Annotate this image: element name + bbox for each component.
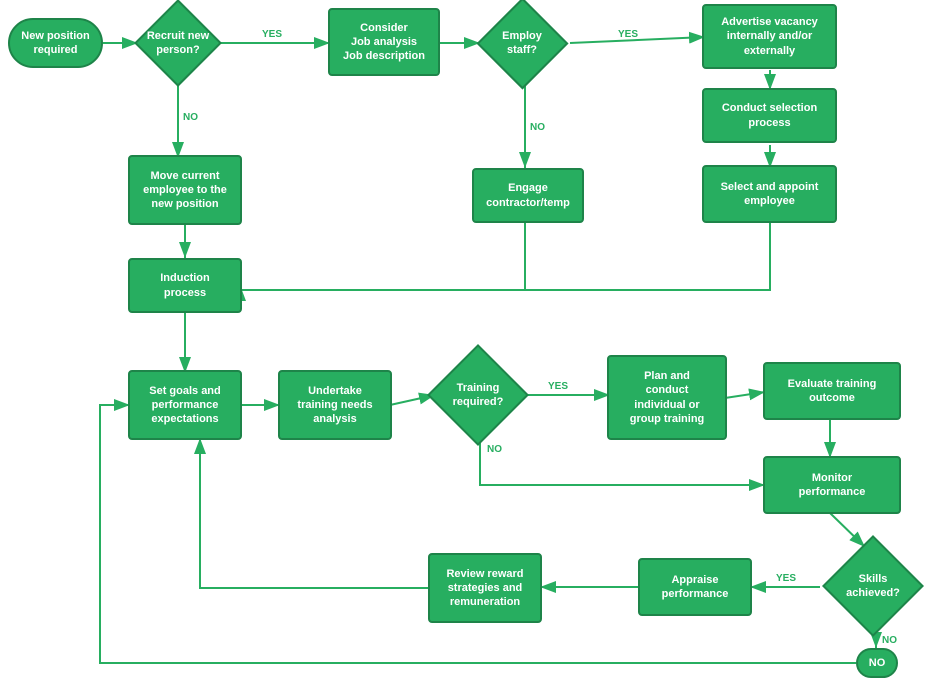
conduct-selection-node: Conduct selectionprocess [702,88,837,143]
appraise-node: Appraiseperformance [638,558,752,616]
svg-text:NO: NO [183,112,198,123]
svg-text:YES: YES [618,29,638,40]
move-employee-node: Move currentemployee to thenew position [128,155,242,225]
training-required-node: Trainingrequired? [428,350,528,440]
engage-contractor-node: Engagecontractor/temp [472,168,584,223]
svg-text:NO: NO [530,122,545,133]
svg-text:NO: NO [487,444,502,455]
skills-achieved-node: Skillsachieved? [818,542,928,630]
svg-text:YES: YES [262,29,282,40]
evaluate-training-node: Evaluate trainingoutcome [763,362,901,420]
new-position-node: New position required [8,18,103,68]
review-reward-node: Review rewardstrategies andremuneration [428,553,542,623]
consider-job-node: ConsiderJob analysisJob description [328,8,440,76]
no-loop-node: NO [856,648,898,678]
employ-staff-node: Employstaff? [472,5,572,81]
monitor-performance-node: Monitorperformance [763,456,901,514]
set-goals-node: Set goals andperformanceexpectations [128,370,242,440]
undertake-training-node: Undertaketraining needsanalysis [278,370,392,440]
svg-text:YES: YES [776,573,796,584]
recruit-new-node: Recruit newperson? [130,5,226,81]
plan-conduct-node: Plan andconductindividual orgroup traini… [607,355,727,440]
svg-text:NO: NO [882,635,897,646]
select-appoint-node: Select and appointemployee [702,165,837,223]
flowchart: YES YES NO NO YES [0,0,945,694]
svg-text:YES: YES [548,381,568,392]
induction-node: Inductionprocess [128,258,242,313]
advertise-node: Advertise vacancyinternally and/orextern… [702,4,837,69]
